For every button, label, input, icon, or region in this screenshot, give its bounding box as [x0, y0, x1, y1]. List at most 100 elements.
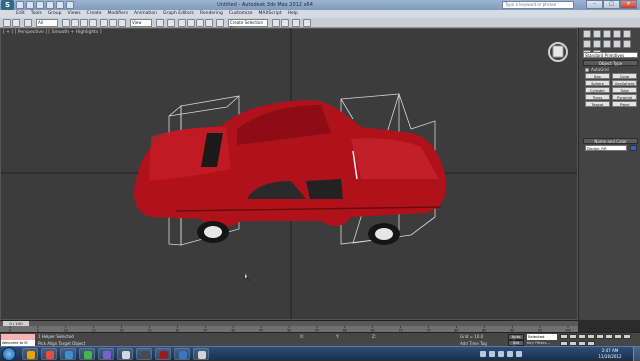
menu-help[interactable]: Help — [288, 10, 298, 18]
teapot-button[interactable]: Teapot — [585, 101, 610, 107]
taskbar-app-steam-icon[interactable] — [136, 348, 152, 360]
primitive-type-dropdown[interactable]: Standard Primitives — [583, 52, 638, 58]
undo-icon[interactable] — [3, 19, 11, 27]
help-search-input[interactable]: Type a keyword or phrase — [502, 1, 574, 9]
field-of-view-icon[interactable] — [560, 340, 568, 346]
go-to-start-icon[interactable] — [560, 334, 568, 339]
cylinder-button[interactable]: Cylinder — [585, 87, 610, 93]
tray-app-icon[interactable] — [516, 351, 522, 357]
modify-tab-icon[interactable] — [593, 30, 601, 38]
geometry-icon[interactable] — [593, 40, 601, 48]
cone-button[interactable]: Cone — [612, 73, 637, 79]
layer-manager-icon[interactable] — [292, 19, 300, 27]
cameras-icon[interactable] — [623, 40, 631, 48]
edit-named-selection-icon[interactable] — [216, 19, 224, 27]
menu-tools[interactable]: Tools — [31, 10, 42, 18]
box-button[interactable]: Box — [585, 73, 610, 79]
name-and-color-rollout[interactable]: Name and Color — [583, 138, 638, 144]
taskbar-clock[interactable]: 2:47 AM 11/26/2012 — [590, 348, 630, 360]
object-type-rollout[interactable]: Object Type — [583, 60, 638, 66]
select-manipulate-icon[interactable] — [167, 19, 175, 27]
previous-frame-icon[interactable] — [569, 334, 577, 339]
viewcube-icon[interactable] — [547, 41, 569, 63]
coord-y-field[interactable]: Y: — [336, 334, 339, 339]
taskbar-app-browser-icon[interactable] — [41, 348, 57, 360]
rectangular-selection-icon[interactable] — [80, 19, 88, 27]
taskbar-app-explorer-icon[interactable] — [22, 348, 38, 360]
motion-tab-icon[interactable] — [613, 30, 621, 38]
new-file-icon[interactable] — [16, 1, 24, 9]
menu-maxscript[interactable]: MAXScript — [259, 10, 282, 18]
autogrid-checkbox[interactable]: AutoGrid — [585, 67, 609, 72]
go-to-end-icon[interactable] — [596, 334, 604, 339]
spinner-snap-icon[interactable] — [205, 19, 213, 27]
taskbar-app-window-icon[interactable] — [117, 348, 133, 360]
menu-create[interactable]: Create — [87, 10, 102, 18]
app-logo-icon[interactable]: S — [1, 0, 14, 10]
undo-icon[interactable] — [46, 1, 54, 9]
geosphere-button[interactable]: GeoSphere — [612, 80, 637, 86]
named-selection-dropdown[interactable]: Create Selection Se — [228, 19, 268, 31]
menu-customize[interactable]: Customize — [229, 10, 253, 18]
taskbar-app-game-icon[interactable] — [155, 348, 171, 360]
orbit-icon[interactable] — [578, 340, 586, 346]
percent-snap-icon[interactable] — [196, 19, 204, 27]
select-scale-icon[interactable] — [118, 19, 126, 27]
select-by-name-icon[interactable] — [71, 19, 79, 27]
perspective-viewport[interactable]: [ + ] [ Perspective ] [ Smooth + Highlig… — [0, 28, 578, 320]
tray-volume-icon[interactable] — [489, 351, 495, 357]
menu-group[interactable]: Group — [48, 10, 62, 18]
lights-icon[interactable] — [613, 40, 621, 48]
window-crossing-icon[interactable] — [89, 19, 97, 27]
menu-rendering[interactable]: Rendering — [200, 10, 223, 18]
taskbar-app-folder-icon[interactable] — [79, 348, 95, 360]
object-name-input[interactable]: Dodge_RR — [585, 145, 627, 151]
shapes-icon[interactable] — [603, 40, 611, 48]
viewport-label[interactable]: [ + ] [ Perspective ] [ Smooth + Highlig… — [3, 30, 101, 35]
taskbar-app-media-icon[interactable] — [60, 348, 76, 360]
hierarchy-tab-icon[interactable] — [603, 30, 611, 38]
coord-z-field[interactable]: Z: — [372, 334, 376, 339]
tray-network-icon[interactable] — [480, 351, 486, 357]
object-color-swatch[interactable] — [630, 145, 637, 151]
maximize-button[interactable]: □ — [603, 0, 620, 9]
taskbar-app-tool-icon[interactable] — [193, 348, 209, 360]
maximize-viewport-icon[interactable] — [587, 340, 595, 346]
redo-icon[interactable] — [12, 19, 20, 27]
select-link-icon[interactable] — [24, 19, 32, 27]
minimize-button[interactable]: – — [586, 0, 603, 9]
close-button[interactable]: ✕ — [620, 0, 637, 9]
play-icon[interactable] — [578, 334, 586, 339]
tube-button[interactable]: Tube — [612, 87, 637, 93]
taskbar-app-chat-icon[interactable] — [174, 348, 190, 360]
menu-edit[interactable]: Edit — [16, 10, 25, 18]
zoom-all-icon[interactable] — [614, 334, 622, 339]
pan-icon[interactable] — [569, 340, 577, 346]
create-tab-icon[interactable] — [583, 30, 591, 38]
reference-coord-dropdown[interactable]: View — [130, 19, 152, 27]
tray-flag-icon[interactable] — [498, 351, 504, 357]
graphite-ribbon-icon[interactable] — [303, 19, 311, 27]
autogrid-box[interactable] — [585, 67, 589, 72]
plane-button[interactable]: Plane — [612, 101, 637, 107]
sphere-button[interactable]: Sphere — [585, 80, 610, 86]
next-frame-icon[interactable] — [587, 334, 595, 339]
zoom-extents-icon[interactable] — [623, 334, 631, 339]
menu-graph-editors[interactable]: Graph Editors — [163, 10, 194, 18]
maxscript-listener[interactable]: Welcome to M — [1, 334, 35, 346]
torus-button[interactable]: Torus — [585, 94, 610, 100]
save-file-icon[interactable] — [36, 1, 44, 9]
project-folder-icon[interactable] — [66, 1, 74, 9]
menu-animation[interactable]: Animation — [134, 10, 157, 18]
angle-snap-icon[interactable] — [187, 19, 195, 27]
show-desktop-button[interactable] — [633, 347, 640, 361]
utilities-tab-icon[interactable] — [583, 40, 591, 48]
coord-x-field[interactable]: X: — [300, 334, 304, 339]
align-icon[interactable] — [281, 19, 289, 27]
taskbar-app-3dsmax-icon[interactable] — [98, 348, 114, 360]
selection-filter-dropdown[interactable]: All — [36, 19, 58, 27]
pyramid-button[interactable]: Pyramid — [612, 94, 637, 100]
snaps-toggle-icon[interactable] — [178, 19, 186, 27]
select-object-icon[interactable] — [62, 19, 70, 27]
menu-views[interactable]: Views — [68, 10, 81, 18]
